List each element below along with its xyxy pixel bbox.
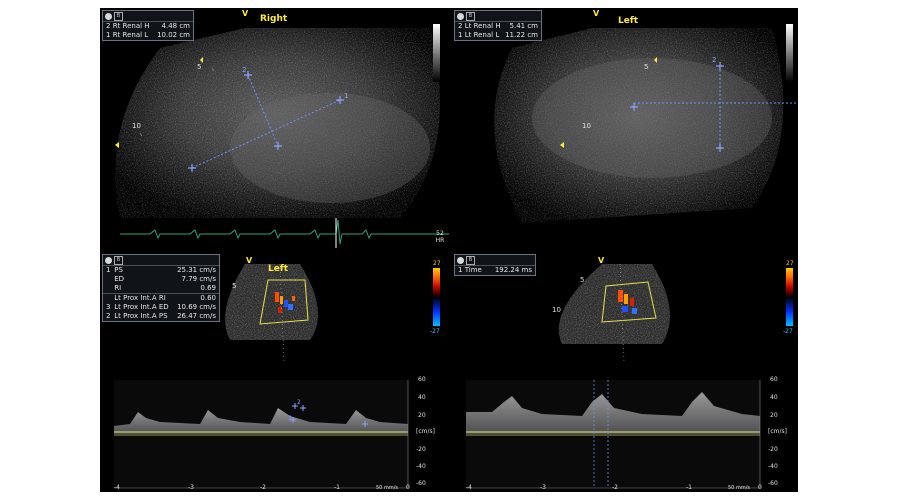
image-title: Left <box>268 264 289 274</box>
orientation-marker: V <box>598 256 605 265</box>
gray-scale-bar <box>433 24 440 82</box>
depth-label: 5 <box>232 282 237 290</box>
time-tick: 0 <box>758 484 762 491</box>
measurement-row: 2 Lt Prox Int.A PS 26.47 cm/s <box>106 312 216 320</box>
measurement-row: 1 Rt Renal L 10.02 cm <box>106 31 190 39</box>
right-kidney-image: 1 2 <box>115 28 449 248</box>
velocity-tick: 60 <box>418 376 426 383</box>
probe-icon: B <box>466 255 475 265</box>
velocity-tick: 20 <box>770 412 778 419</box>
ultrasound-screen: 1 2 B 2 Rt Renal H 4.48 cm 1 Rt Renal L 10… <box>100 8 798 492</box>
depth-label: 5 <box>197 63 202 71</box>
time-tick: -4 <box>466 484 472 491</box>
velocity-tick: -40 <box>416 463 426 470</box>
depth-label: 10 <box>552 306 561 314</box>
measurement-row: RI 0.69 <box>114 284 216 292</box>
velocity-tick: 60 <box>770 376 778 383</box>
time-tick: 0 <box>406 484 410 491</box>
velocity-tick: -20 <box>416 446 426 453</box>
velocity-tick: -40 <box>768 463 778 470</box>
depth-label: 5 <box>644 63 649 71</box>
measurement-row: 1 Time 192.24 ms <box>458 266 532 274</box>
velocity-tick: -20 <box>768 446 778 453</box>
velocity-tick: -60 <box>768 480 778 487</box>
color-scale-bar <box>786 268 793 326</box>
measurement-box: B 2 Rt Renal H 4.48 cm 1 Rt Renal L 10.02 … <box>102 10 194 41</box>
measurement-row: 2 Rt Renal H 4.48 cm <box>106 22 190 30</box>
depth-label: 10 <box>582 122 591 130</box>
time-tick: -1 <box>334 484 340 491</box>
velocity-unit: [cm/s] <box>768 428 787 435</box>
svg-text:2: 2 <box>712 56 716 64</box>
measurement-box: B 1 PS 25.31 cm/s ED 7.79 cm/s RI 0.69 Lt P… <box>102 254 220 322</box>
probe-icon: B <box>114 11 123 21</box>
gray-scale-bar <box>786 24 793 82</box>
orientation-marker: V <box>593 9 600 18</box>
sweep-speed: 50 mm/s <box>728 485 750 491</box>
quad-doppler-left: 2 3 B 1 PS 25.31 cm/s ED 7.79 cm/s RI 0.69 … <box>100 252 449 492</box>
probe-icon: B <box>114 255 123 265</box>
measurement-row: Lt Prox Int.A RI 0.60 <box>103 293 219 303</box>
velocity-tick: 20 <box>418 412 426 419</box>
orientation-marker: V <box>246 256 253 265</box>
record-icon <box>457 12 464 20</box>
probe-icon: B <box>466 11 475 21</box>
measurement-row: 2 Lt Renal H 5.41 cm <box>458 22 538 30</box>
measurement-row: ED 7.79 cm/s <box>114 275 216 283</box>
left-kidney-image: 1 2 <box>494 28 798 223</box>
measurement-row: 3 Lt Prox Int.A ED 10.69 cm/s <box>106 303 216 311</box>
quad-doppler-right: B 1 Time 192.24 ms V 5 10 27 -27 60 40 20… <box>452 252 798 492</box>
measurement-row: 1 PS 25.31 cm/s <box>106 266 216 274</box>
time-tick: -2 <box>260 484 266 491</box>
heart-rate: 52 HR <box>435 230 445 244</box>
sweep-speed: 50 mm/s <box>376 485 398 491</box>
velocity-tick: -60 <box>416 480 426 487</box>
measurement-box: B 2 Lt Renal H 5.41 cm 1 Lt Renal L 11.22 … <box>454 10 542 41</box>
time-tick: -1 <box>686 484 692 491</box>
color-scale-max: 27 <box>786 260 794 267</box>
time-tick: -3 <box>188 484 194 491</box>
time-tick: -3 <box>540 484 546 491</box>
color-scale-min: -27 <box>783 328 793 335</box>
velocity-tick: 40 <box>770 394 778 401</box>
quad-left-kidney: 1 2 B 2 Lt Renal H5.41 cm 1 Lt Renal L11… <box>452 8 798 250</box>
time-tick: -4 <box>114 484 120 491</box>
measurement-row: 1 Lt Renal L 11.22 cm <box>458 31 538 39</box>
svg-text:2: 2 <box>242 66 246 74</box>
measurement-box: B 1 Time 192.24 ms <box>454 254 536 276</box>
color-scale-min: -27 <box>430 328 440 335</box>
image-title: Right <box>260 14 288 24</box>
doppler-right-image <box>466 263 761 489</box>
record-icon <box>457 256 464 264</box>
orientation-marker: V <box>242 9 249 18</box>
image-title: Left <box>618 16 639 26</box>
depth-label: 10 <box>132 122 141 130</box>
color-scale-max: 27 <box>433 260 441 267</box>
color-scale-bar <box>433 268 440 326</box>
quad-right-kidney: 1 2 B 2 Rt Renal H 4.48 cm 1 Rt Renal L 10… <box>100 8 449 250</box>
svg-text:3: 3 <box>288 415 292 422</box>
depth-label: 5 <box>580 276 585 284</box>
time-tick: -2 <box>612 484 618 491</box>
record-icon <box>105 12 112 20</box>
velocity-tick: 40 <box>418 394 426 401</box>
ecg-trace <box>120 219 449 245</box>
svg-text:1: 1 <box>344 92 348 100</box>
velocity-unit: [cm/s] <box>416 428 435 435</box>
svg-text:2: 2 <box>297 399 301 406</box>
record-icon <box>105 256 112 264</box>
